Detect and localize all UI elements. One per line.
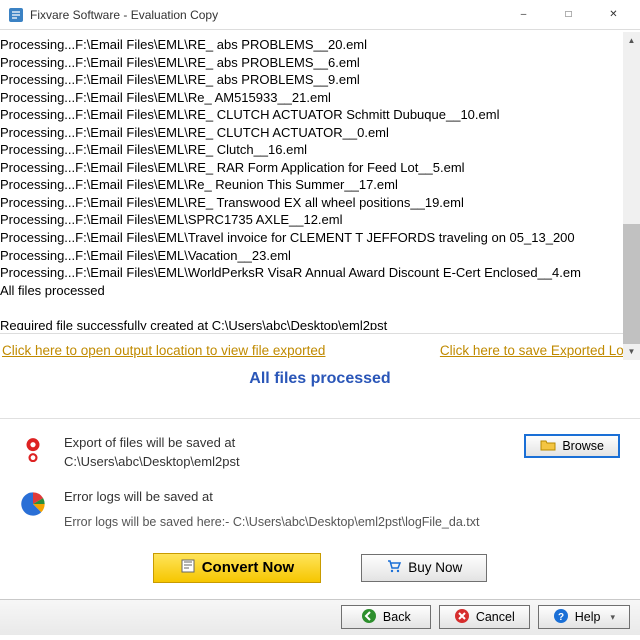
log-line: All files processed [0,282,640,300]
location-pin-icon [18,434,48,462]
log-scrollbar[interactable]: ▲ ▼ [623,32,640,360]
log-line: Processing...F:\Email Files\EML\RE_ Tran… [0,194,640,212]
help-dropdown-icon: ▾ [610,612,615,623]
export-location-panel: Export of files will be saved at C:\User… [0,420,640,482]
log-line: Processing...F:\Email Files\EML\WorldPer… [0,264,640,282]
maximize-button[interactable]: □ [546,1,591,29]
processing-log: Processing...F:\Email Files\EML\RE_ abs … [0,30,640,330]
log-line: Processing...F:\Email Files\EML\RE_ abs … [0,54,640,72]
browse-button[interactable]: Browse [524,434,620,458]
log-line: Required file successfully created at C:… [0,317,640,330]
buy-label: Buy Now [408,560,462,575]
scroll-down-icon[interactable]: ▼ [623,344,640,361]
export-label: Export of files will be saved at [64,434,508,453]
app-icon [8,7,24,23]
footer-bar: Back Cancel ? Help ▾ [0,599,640,635]
window-title: Fixvare Software - Evaluation Copy [30,8,501,22]
log-line: Processing...F:\Email Files\EML\RE_ Clut… [0,141,640,159]
scroll-up-icon[interactable]: ▲ [623,32,640,49]
convert-label: Convert Now [202,559,295,576]
help-button[interactable]: ? Help ▾ [538,605,630,629]
log-line: Processing...F:\Email Files\EML\RE_ CLUT… [0,106,640,124]
folder-icon [540,437,556,456]
cancel-button[interactable]: Cancel [439,605,530,629]
back-label: Back [383,610,411,624]
log-line: Processing...F:\Email Files\EML\RE_ abs … [0,36,640,54]
action-row: Convert Now Buy Now [0,541,640,599]
log-line: Processing...F:\Email Files\EML\RE_ abs … [0,71,640,89]
scroll-thumb[interactable] [623,224,640,344]
titlebar: Fixvare Software - Evaluation Copy – □ ✕ [0,0,640,30]
log-line: Processing...F:\Email Files\EML\Re_ Reun… [0,176,640,194]
log-line [0,299,640,317]
links-row: Click here to open output location to vi… [0,337,640,364]
log-label: Error logs will be saved at [64,488,620,507]
open-output-link[interactable]: Click here to open output location to vi… [2,343,325,358]
back-button[interactable]: Back [341,605,431,629]
error-log-panel: Error logs will be saved at Error logs w… [0,482,640,541]
convert-now-button[interactable]: Convert Now [153,553,322,583]
help-label: Help [575,610,601,624]
browse-label: Browse [562,439,604,453]
cancel-label: Cancel [476,610,515,624]
log-line: Processing...F:\Email Files\EML\Travel i… [0,229,640,247]
convert-icon [180,558,196,578]
chart-icon [18,488,48,518]
cancel-icon [454,608,470,627]
svg-text:?: ? [558,612,564,623]
close-button[interactable]: ✕ [591,1,636,29]
log-line: Processing...F:\Email Files\EML\RE_ CLUT… [0,124,640,142]
minimize-button[interactable]: – [501,1,546,29]
log-path: Error logs will be saved here:- C:\Users… [64,513,620,531]
app-window: Fixvare Software - Evaluation Copy – □ ✕… [0,0,640,640]
log-line: Processing...F:\Email Files\EML\Re_ AM51… [0,89,640,107]
back-icon [361,608,377,627]
log-line: Processing...F:\Email Files\EML\RE_ RAR … [0,159,640,177]
export-path: C:\Users\abc\Desktop\eml2pst [64,453,508,472]
cart-icon [386,558,402,577]
log-line: Processing...F:\Email Files\EML\SPRC1735… [0,211,640,229]
log-line: Processing...F:\Email Files\EML\Vacation… [0,247,640,265]
status-text: All files processed [0,364,640,418]
save-logs-link[interactable]: Click here to save Exported Logs [440,343,638,358]
buy-now-button[interactable]: Buy Now [361,554,487,582]
help-icon: ? [553,608,569,627]
